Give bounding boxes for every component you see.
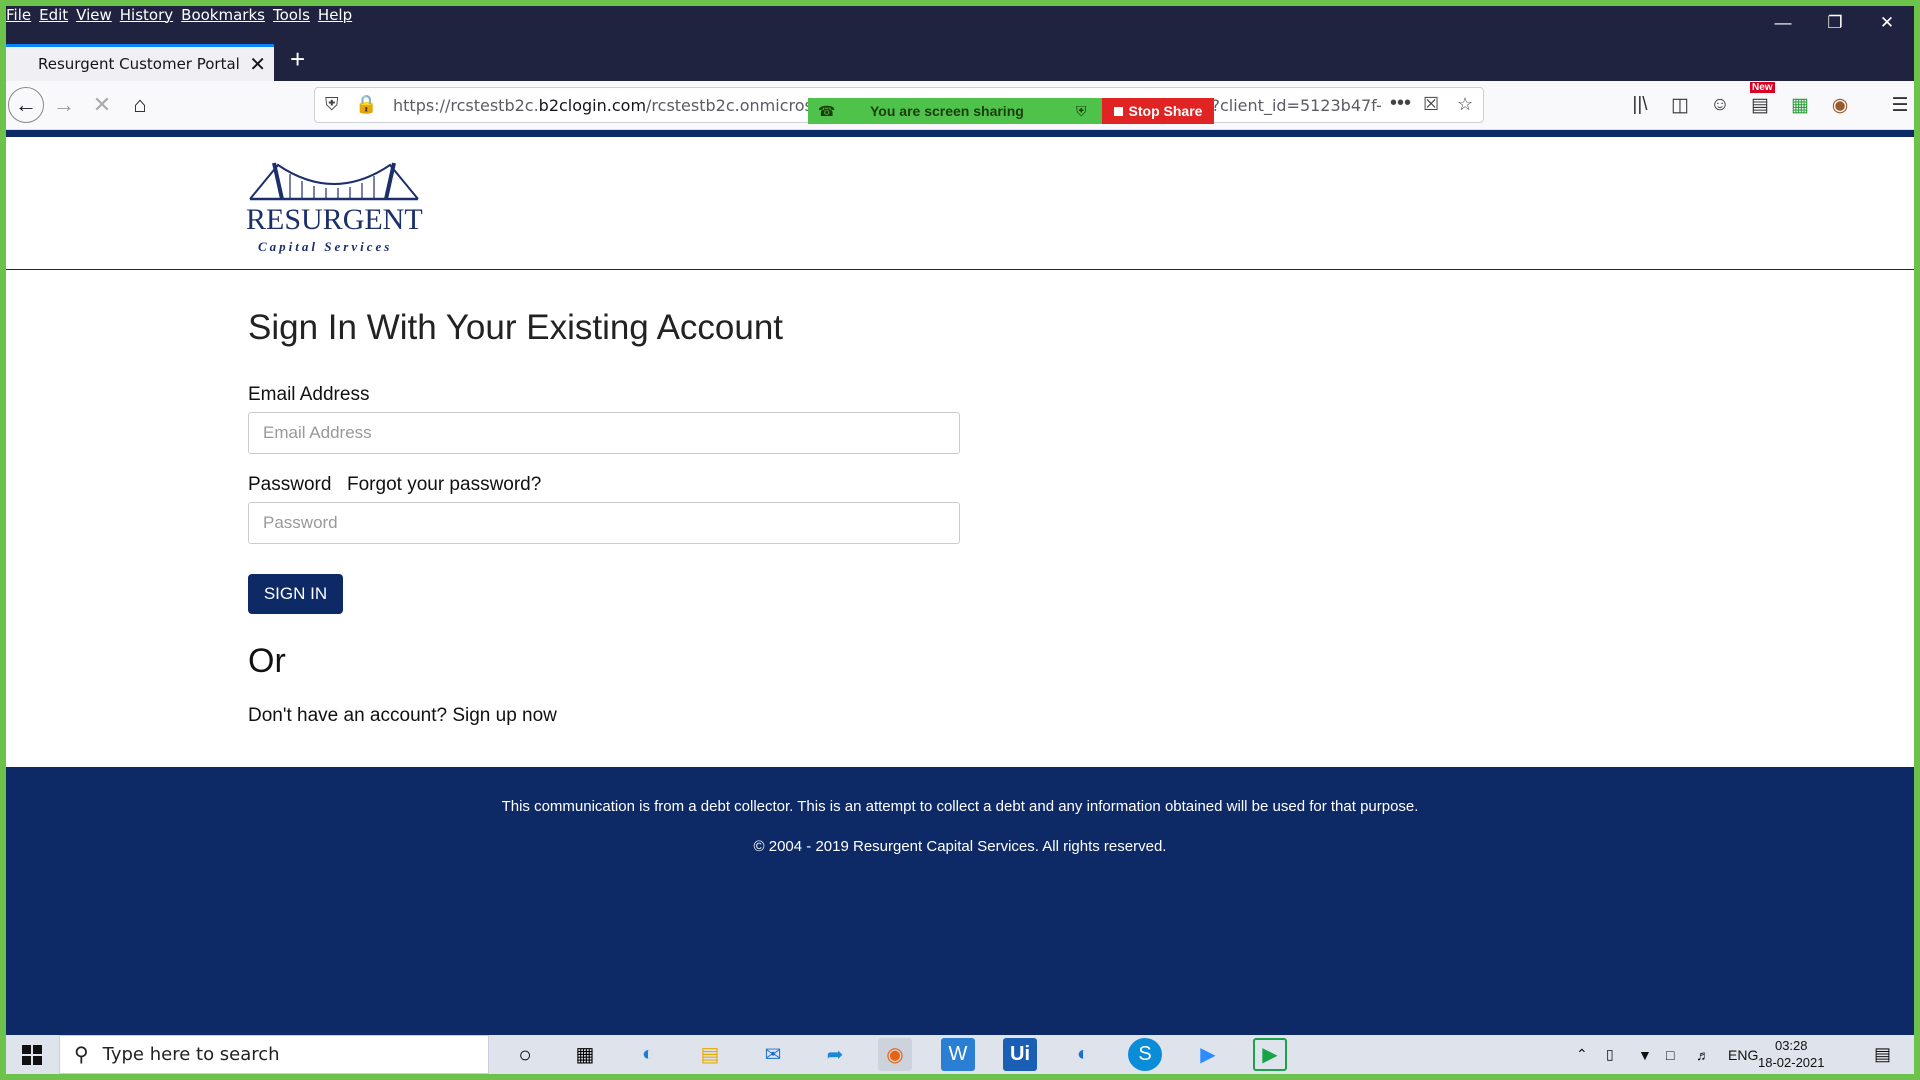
notifications-icon[interactable]: ▤ xyxy=(1874,1035,1891,1074)
stop-share-button[interactable]: Stop Share xyxy=(1102,98,1214,124)
start-button[interactable] xyxy=(6,1035,58,1074)
microphone-icon[interactable]: ▼ xyxy=(1638,1035,1652,1074)
app-arrow-icon[interactable]: ➦ xyxy=(818,1038,852,1071)
media-player-icon[interactable]: ▶ xyxy=(1253,1038,1287,1071)
show-hidden-icons-icon[interactable]: ⌃ xyxy=(1576,1035,1588,1074)
menu-help[interactable]: Help xyxy=(317,6,359,28)
footer-copyright: © 2004 - 2019 Resurgent Capital Services… xyxy=(753,838,1167,855)
meet-now-icon[interactable]: ▯ xyxy=(1606,1035,1614,1074)
site-footer: This communication is from a debt collec… xyxy=(6,767,1914,1035)
stop-square-icon xyxy=(1113,106,1123,116)
system-clock[interactable]: 03:28 18-02-2021 xyxy=(1758,1037,1825,1071)
mail-icon[interactable]: ✉ xyxy=(756,1038,790,1071)
bookmark-star-icon[interactable]: ☆ xyxy=(1457,94,1473,115)
cookie-icon[interactable]: ◉ xyxy=(1826,91,1854,119)
hamburger-menu-icon[interactable]: ☰ xyxy=(1886,91,1914,119)
site-header: RESURGENT Capital Services xyxy=(6,137,1914,270)
clock-date: 18-02-2021 xyxy=(1758,1055,1825,1070)
taskbar-search-placeholder: Type here to search xyxy=(102,1044,280,1065)
email-field[interactable] xyxy=(248,412,960,454)
firefox-icon[interactable]: ◉ xyxy=(878,1038,912,1071)
shield-check-icon: ⛨ xyxy=(1076,102,1087,119)
edge-beta-icon[interactable]: ◐ xyxy=(1066,1038,1100,1071)
close-tab-icon[interactable]: ✕ xyxy=(249,52,266,77)
password-label: Password xyxy=(248,474,332,495)
edge-icon[interactable]: ◐ xyxy=(631,1038,665,1071)
forward-arrow-icon[interactable]: → xyxy=(46,87,82,123)
more-actions-icon[interactable]: ••• xyxy=(1390,92,1411,115)
taskbar-search[interactable]: ⚲ Type here to search xyxy=(59,1035,489,1074)
wps-writer-icon[interactable]: W xyxy=(941,1038,975,1071)
menu-view[interactable]: View xyxy=(75,6,119,28)
uipath-icon[interactable]: Ui xyxy=(1003,1038,1037,1071)
zoom-icon[interactable]: ▶ xyxy=(1191,1038,1225,1071)
windows-logo-icon xyxy=(22,1044,42,1065)
search-icon: ⚲ xyxy=(74,1044,89,1066)
restore-button[interactable]: ❐ xyxy=(1820,12,1850,34)
sign-in-button[interactable]: SIGN IN xyxy=(248,574,343,614)
new-badge: New xyxy=(1750,82,1775,93)
screen-share-bar[interactable]: ☎ You are screen sharing ⛨ xyxy=(808,98,1103,124)
extension-green-icon[interactable]: ▦ xyxy=(1786,91,1814,119)
sign-in-panel: Sign In With Your Existing Account Email… xyxy=(6,270,1914,767)
url-domain: b2clogin.com xyxy=(538,95,647,115)
shield-icon[interactable]: ⛨ xyxy=(325,94,339,115)
menu-bookmarks[interactable]: Bookmarks xyxy=(180,6,272,28)
task-view-icon[interactable]: ▦ xyxy=(568,1038,602,1071)
password-field[interactable] xyxy=(248,502,960,544)
account-icon[interactable]: ☺ xyxy=(1706,91,1734,119)
title-bar: File Edit View History Bookmarks Tools H… xyxy=(6,6,1914,40)
lock-icon[interactable]: 🔒 xyxy=(355,94,377,115)
forgot-password-link[interactable]: Forgot your password? xyxy=(347,474,541,496)
logo-name: RESURGENT xyxy=(246,203,423,236)
stop-share-label: Stop Share xyxy=(1128,103,1203,119)
extension-news-icon[interactable]: New ▤ xyxy=(1746,82,1775,119)
back-arrow-icon[interactable]: ← xyxy=(8,87,44,123)
resurgent-logo[interactable]: RESURGENT Capital Services xyxy=(246,159,424,254)
new-tab-icon[interactable]: + xyxy=(290,44,305,75)
skype-icon[interactable]: S xyxy=(1128,1038,1162,1071)
menu-tools[interactable]: Tools xyxy=(272,6,317,28)
email-label: Email Address xyxy=(248,384,370,405)
menu-file[interactable]: File xyxy=(6,6,38,28)
home-icon[interactable]: ⌂ xyxy=(122,87,158,123)
screen: File Edit View History Bookmarks Tools H… xyxy=(6,6,1914,1074)
sidebar-icon[interactable]: ◫ xyxy=(1666,91,1694,119)
menu-edit[interactable]: Edit xyxy=(38,6,75,28)
clock-time: 03:28 xyxy=(1774,1038,1808,1053)
page-title: Sign In With Your Existing Account xyxy=(248,308,784,347)
stop-loading-icon[interactable]: ✕ xyxy=(84,87,120,123)
menu-bar: File Edit View History Bookmarks Tools H… xyxy=(6,6,359,28)
tab-resurgent-portal[interactable]: Resurgent Customer Portal ✕ xyxy=(6,44,274,81)
footer-disclaimer: This communication is from a debt collec… xyxy=(501,798,1419,815)
close-window-button[interactable]: ✕ xyxy=(1872,12,1902,34)
screen-share-status: You are screen sharing xyxy=(870,103,1024,119)
tab-title: Resurgent Customer Portal xyxy=(38,55,240,73)
cortana-icon[interactable]: ○ xyxy=(508,1038,542,1071)
volume-icon[interactable]: ♬ xyxy=(1696,1035,1710,1074)
pocket-icon[interactable]: ☒ xyxy=(1423,94,1439,115)
logo-subtitle: Capital Services xyxy=(258,239,393,254)
menu-history[interactable]: History xyxy=(119,6,180,28)
signup-prompt: Don't have an account? Sign up now xyxy=(248,705,557,727)
language-indicator[interactable]: ENG xyxy=(1728,1035,1758,1074)
no-account-text: Don't have an account? xyxy=(248,705,448,726)
file-explorer-icon[interactable]: ▤ xyxy=(693,1038,727,1071)
nav-separator xyxy=(6,130,1914,137)
sign-up-link[interactable]: Sign up now xyxy=(452,705,557,726)
network-icon[interactable]: □ xyxy=(1666,1035,1674,1074)
minimize-button[interactable]: — xyxy=(1768,12,1798,34)
or-divider-text: Or xyxy=(248,642,286,680)
drag-handle-icon[interactable]: ☎ xyxy=(818,103,835,120)
windows-taskbar: ⚲ Type here to search ○ ▦ ◐ ▤ ✉ ➦ ◉ W Ui… xyxy=(6,1035,1914,1074)
tab-strip: Resurgent Customer Portal ✕ + xyxy=(6,40,1914,81)
library-icon[interactable]: ||\ xyxy=(1626,91,1654,119)
url-prefix: https://rcstestb2c. xyxy=(393,95,539,115)
